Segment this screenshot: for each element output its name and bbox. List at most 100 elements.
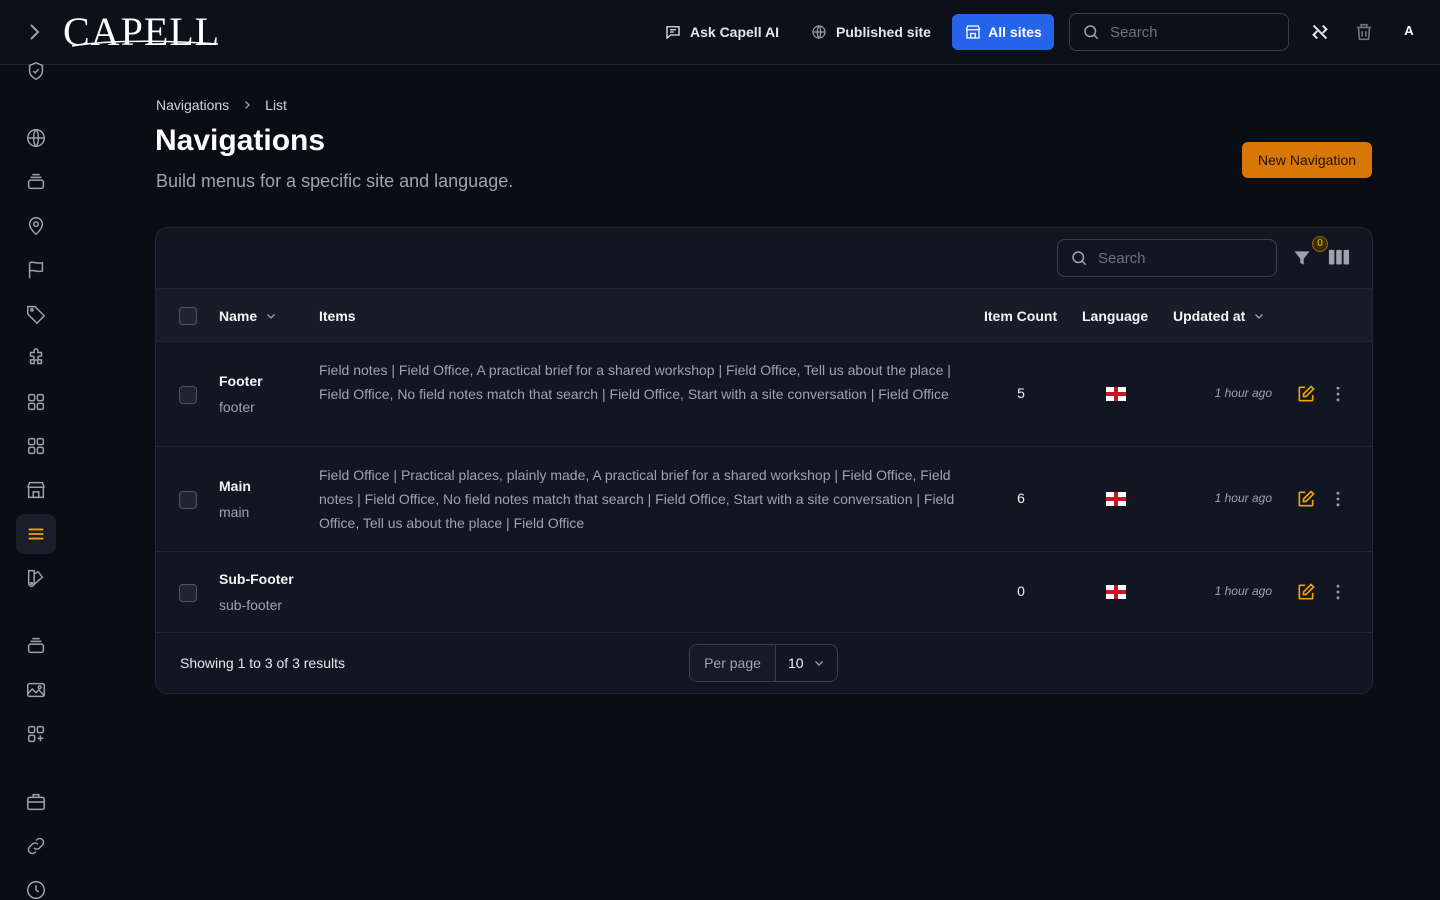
per-page-control: Per page 10	[689, 644, 838, 682]
sidebar	[0, 61, 72, 900]
chevron-right-icon	[245, 101, 251, 109]
clock-icon	[27, 881, 45, 899]
chat-bubble-icon	[666, 26, 680, 40]
row-items: Field Office | Practical places, plainly…	[319, 467, 955, 531]
row-name[interactable]: Footer	[219, 373, 263, 389]
results-summary: Showing 1 to 3 of 3 results	[180, 655, 345, 671]
per-page-value: 10	[788, 655, 804, 671]
all-sites-label: All sites	[988, 24, 1042, 40]
sidebar-item-themes[interactable]	[16, 558, 56, 598]
filter-count-badge: 0	[1312, 236, 1328, 252]
tag-icon	[27, 305, 46, 325]
search-icon	[1072, 251, 1087, 266]
edit-icon[interactable]	[1296, 384, 1316, 404]
sidebar-item-blocks[interactable]	[16, 382, 56, 422]
row-updated-at: 1 hour ago	[1214, 386, 1272, 400]
new-navigation-button[interactable]: New Navigation	[1242, 142, 1372, 178]
filter-icon[interactable]	[1292, 248, 1312, 268]
global-search[interactable]	[1069, 13, 1289, 51]
column-updated-at-label: Updated at	[1173, 307, 1246, 324]
table-toolbar: 0	[156, 228, 1372, 289]
shield-check-icon	[28, 61, 44, 81]
published-site-link[interactable]: Published site	[810, 20, 931, 44]
trash-icon[interactable]	[1353, 21, 1375, 43]
chevron-down-icon	[1255, 313, 1264, 319]
ask-ai-button[interactable]: Ask Capell AI	[664, 20, 779, 44]
squares-icon	[27, 393, 45, 411]
flag-icon	[28, 261, 44, 279]
row-item-count: 0	[1017, 583, 1025, 599]
row-name[interactable]: Sub-Footer	[219, 571, 294, 587]
table-row[interactable]: Footer footer Field notes | Field Office…	[156, 342, 1372, 447]
sidebar-item-jobs[interactable]	[16, 782, 56, 822]
sidebar-item-stores[interactable]	[16, 470, 56, 510]
more-vertical-icon[interactable]	[1328, 384, 1348, 404]
menu-lines-icon	[28, 528, 44, 540]
select-all-checkbox[interactable]	[179, 307, 197, 325]
tools-icon[interactable]	[1309, 21, 1331, 43]
stack-icon	[27, 637, 45, 654]
sidebar-item-navigations[interactable]	[16, 514, 56, 554]
sidebar-item-shield[interactable]	[16, 51, 56, 91]
column-item-count: Item Count	[984, 307, 1058, 324]
table-search[interactable]	[1057, 239, 1277, 277]
breadcrumb-list: List	[265, 97, 287, 113]
logo-swash	[71, 40, 219, 47]
edit-icon[interactable]	[1296, 489, 1316, 509]
breadcrumb: Navigations List	[156, 97, 287, 113]
globe-icon	[27, 129, 45, 147]
row-item-count: 6	[1017, 490, 1025, 506]
global-search-input[interactable]	[1110, 23, 1260, 41]
table-search-input[interactable]	[1098, 249, 1248, 267]
sidebar-item-components[interactable]	[16, 426, 56, 466]
columns-icon[interactable]	[1328, 248, 1350, 268]
chevron-down-icon	[267, 313, 276, 319]
row-slug: footer	[219, 399, 255, 415]
more-vertical-icon[interactable]	[1328, 582, 1348, 602]
column-language: Language	[1082, 307, 1149, 324]
row-checkbox[interactable]	[179, 491, 197, 509]
ask-ai-label: Ask Capell AI	[690, 24, 779, 40]
table-header: Name Items Item Count Language Updated a…	[156, 289, 1372, 342]
table-row[interactable]: Main main Field Office | Practical place…	[156, 447, 1372, 552]
edit-icon[interactable]	[1296, 582, 1316, 602]
search-icon	[1084, 25, 1099, 40]
row-slug: sub-footer	[219, 597, 283, 613]
breadcrumb-navigations[interactable]: Navigations	[156, 97, 229, 113]
sidebar-item-links[interactable]	[16, 826, 56, 866]
sidebar-item-media[interactable]	[16, 670, 56, 710]
stack-icon	[27, 173, 45, 190]
published-site-label: Published site	[836, 24, 931, 40]
column-name[interactable]: Name	[219, 289, 277, 342]
user-avatar[interactable]: A	[1399, 21, 1419, 41]
row-updated-at: 1 hour ago	[1214, 584, 1272, 598]
row-checkbox[interactable]	[179, 386, 197, 404]
sidebar-item-add-block[interactable]	[16, 714, 56, 754]
table-row[interactable]: Sub-Footer sub-footer 0 1 hour ago	[156, 552, 1372, 633]
sidebar-item-sites[interactable]	[16, 118, 56, 158]
sidebar-item-archive[interactable]	[16, 626, 56, 666]
row-name[interactable]: Main	[219, 478, 251, 494]
map-pin-icon	[28, 217, 44, 236]
briefcase-icon	[27, 793, 45, 811]
top-bar: CAPELL Ask Capell AI Published site All …	[0, 0, 1440, 65]
sidebar-item-tags[interactable]	[16, 294, 56, 334]
sidebar-item-collections[interactable]	[16, 162, 56, 202]
row-checkbox[interactable]	[179, 584, 197, 602]
page-title: Navigations	[155, 124, 326, 157]
chevron-right-icon[interactable]	[22, 20, 46, 44]
sidebar-item-locations[interactable]	[16, 206, 56, 246]
row-updated-at: 1 hour ago	[1214, 491, 1272, 505]
sidebar-item-flags[interactable]	[16, 250, 56, 290]
all-sites-button[interactable]: All sites	[952, 14, 1054, 50]
squares-icon	[27, 437, 45, 455]
more-vertical-icon[interactable]	[1328, 489, 1348, 509]
sidebar-item-history[interactable]	[16, 870, 56, 900]
england-flag-icon	[1106, 585, 1126, 599]
sidebar-item-extensions[interactable]	[16, 338, 56, 378]
per-page-select[interactable]: 10	[776, 645, 837, 681]
image-icon	[27, 682, 45, 698]
swatch-icon	[27, 569, 44, 587]
column-updated-at[interactable]: Updated at	[1173, 289, 1265, 342]
row-items: Field notes | Field Office, A practical …	[319, 362, 951, 402]
